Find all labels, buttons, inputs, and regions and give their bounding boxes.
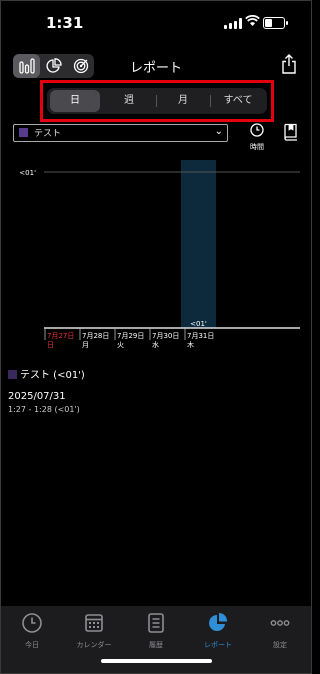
detail-date: 2025/07/31 [8,391,66,402]
tag-filter-value: テスト [34,129,62,139]
chart-x-tick-label: 7月29日 [117,332,144,340]
tag-filter-dropdown[interactable]: テスト ⌄ [13,124,228,142]
chart-x-tick-weekday: 日 [47,341,54,349]
tab-report[interactable]: レポート [187,612,249,650]
tab-calendar[interactable]: カレンダー [63,612,125,650]
tab-history[interactable]: 履歴 [125,612,187,650]
status-bar: 1:31 [0,12,312,36]
wifi-icon [245,15,260,26]
page-title: レポート [129,61,182,76]
share-icon[interactable] [281,54,297,74]
tag-color-icon [19,128,28,137]
legend-swatch [8,370,17,379]
tab-settings-label: 設定 [273,641,287,649]
chart-x-tick-weekday: 水 [152,340,159,349]
status-time: 1:31 [46,14,84,32]
detail-time-range: 1:27 - 1:28 (<01') [8,405,80,414]
tab-calendar-label: カレンダー [76,641,112,649]
clock-icon [22,613,42,633]
time-sort-button[interactable]: 時間 [246,122,268,152]
tab-report-label: レポート [204,641,232,649]
history-icon [148,613,164,633]
legend-item: テスト (<01') [8,366,85,381]
chart-data-label: <01' [190,320,207,328]
tab-today-label: 今日 [25,641,39,649]
chart-x-tick-label: 7月31日 [187,332,214,340]
more-icon [270,620,290,626]
bar-chart: <01' <01' 7月27日日 7月28日月 7月29日火 7月30日水 7月31日木 [19,160,300,349]
chart-x-tick-weekday: 木 [187,340,194,349]
chart-x-tick-label: 7月28日 [82,332,109,340]
chart-x-tick-label: 7月30日 [152,332,179,340]
book-icon[interactable] [283,123,299,141]
clock-icon [250,123,264,137]
chart-x-tick-weekday: 火 [117,341,124,349]
chart-x-tick-label: 7月27日 [47,332,74,340]
battery-icon [263,17,288,29]
signal-icon [224,18,242,29]
pie-chart-icon [209,613,228,631]
chart-y-tick: <01' [19,169,36,177]
home-indicator [101,659,212,663]
chart-bar [181,160,216,328]
legend-label: テスト (<01') [20,370,85,381]
tab-today[interactable]: 今日 [1,612,63,650]
tab-settings[interactable]: 設定 [249,612,311,650]
tab-history-label: 履歴 [149,641,163,649]
calendar-icon [85,614,103,632]
chevron-down-icon: ⌄ [214,126,223,137]
chart-x-tick-weekday: 月 [82,341,89,349]
highlight-box [40,80,274,122]
